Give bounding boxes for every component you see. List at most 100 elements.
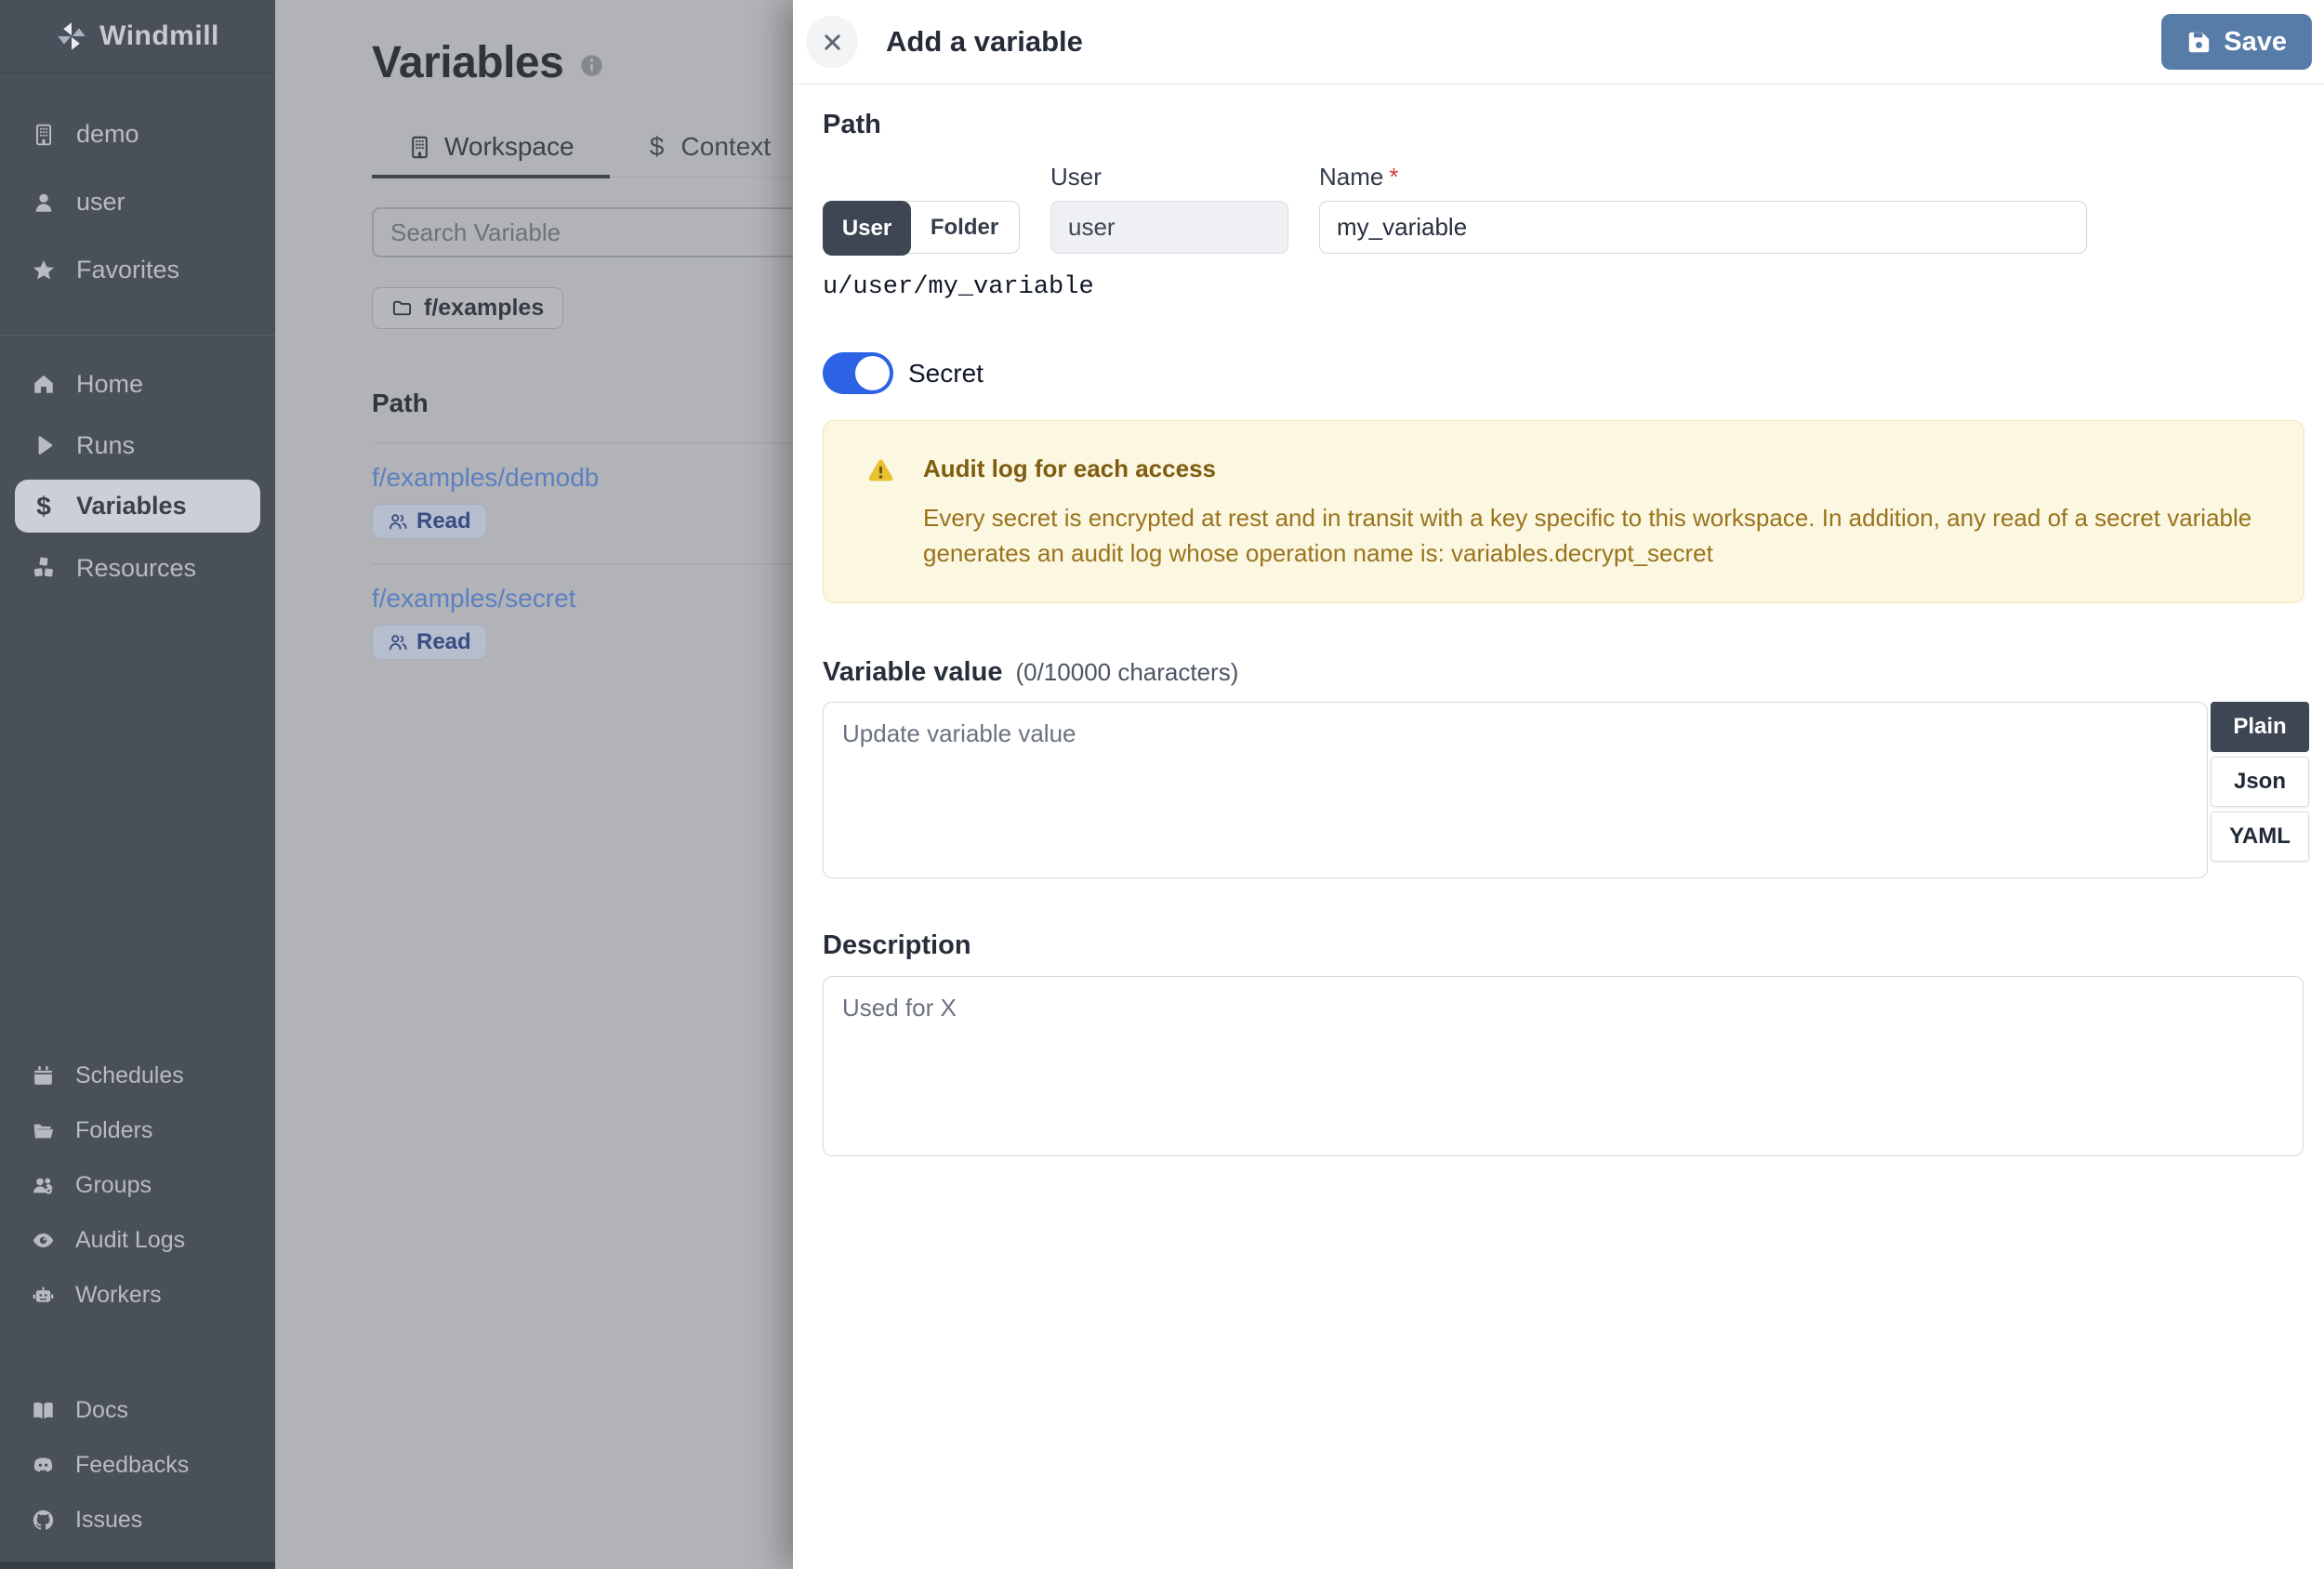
calendar-icon [32,1064,55,1088]
audit-warning-box: Audit log for each access Every secret i… [823,420,2304,603]
sidebar-item-issues[interactable]: Issues [0,1493,275,1548]
tab-workspace[interactable]: Workspace [372,132,610,178]
format-yaml-button[interactable]: YAML [2211,811,2309,862]
user-group-icon [32,1174,55,1197]
sidebar-footer-nav: Docs Feedbacks Issues [0,1383,275,1548]
sidebar-admin-nav: Schedules Folders Groups Audit Logs Work… [0,1048,275,1323]
sidebar-item-variables[interactable]: $ Variables [15,480,260,533]
dollar-icon: $ [36,491,51,521]
windmill-logo-icon [56,20,87,52]
workspace-name: demo [76,120,139,148]
owner-input[interactable] [1050,201,1288,254]
github-icon [32,1509,55,1532]
sidebar-item-workspace-demo[interactable]: demo [0,100,275,168]
segment-user[interactable]: User [823,201,911,256]
sidebar-item-runs[interactable]: Runs [0,415,275,476]
home-icon [32,372,56,396]
variable-path-link[interactable]: f/examples/demodb [372,463,599,493]
table-row: f/examples/secret Read [372,584,793,660]
dollar-icon: $ [649,132,665,161]
required-asterisk: * [1389,163,1399,191]
segment-folder[interactable]: Folder [910,202,1019,253]
path-column-header: Path [372,389,429,417]
path-section-heading: Path [823,110,881,139]
tab-label: Workspace [444,132,574,161]
nav-label: Issues [75,1507,143,1533]
read-permission-badge: Read [372,504,487,539]
favorites-label: Favorites [76,256,180,283]
sidebar-main-nav: Home Runs $ Variables Resources [0,353,275,599]
badge-label: Read [416,508,471,534]
warning-triangle-icon [866,456,895,485]
close-button[interactable] [806,16,858,68]
row-divider [372,442,793,443]
format-json-button[interactable]: Json [2211,757,2309,807]
path-controls-row: User Folder [823,201,2315,256]
nav-label: Docs [75,1397,128,1423]
sidebar-item-audit-logs[interactable]: Audit Logs [0,1213,275,1268]
field-labels-row: User Name * [823,163,2315,191]
sidebar-item-folders[interactable]: Folders [0,1103,275,1158]
nav-label: Schedules [75,1062,184,1088]
character-counter: (0/10000 characters) [1015,658,1239,686]
close-icon [820,30,845,55]
nav-label: Folders [75,1117,153,1143]
variable-value-textarea[interactable] [823,702,2208,878]
variable-path-link[interactable]: f/examples/secret [372,584,575,613]
full-path-preview: u/user/my_variable [823,273,1094,301]
sidebar-item-home[interactable]: Home [0,353,275,415]
book-icon [32,1399,55,1422]
sidebar-item-favorites[interactable]: Favorites [0,236,275,304]
sidebar-item-user[interactable]: user [0,168,275,236]
add-variable-drawer: Add a variable Save Path User Name * User… [793,0,2324,1569]
nav-label: Workers [75,1282,162,1308]
sidebar-item-groups[interactable]: Groups [0,1158,275,1213]
users-icon [388,632,408,653]
description-textarea[interactable] [823,976,2304,1156]
format-plain-button[interactable]: Plain [2211,702,2309,752]
cubes-icon [32,556,56,580]
secret-toggle[interactable] [823,352,893,394]
read-permission-badge: Read [372,625,487,660]
variable-name-input[interactable] [1319,201,2087,254]
sidebar-item-docs[interactable]: Docs [0,1383,275,1438]
folder-chip-label: f/examples [424,295,545,321]
users-icon [388,511,408,532]
drawer-body: Path User Name* User Folder u/user/my_va… [793,85,2324,1161]
sidebar: Windmill demo user Favorites Home Runs $… [0,0,275,1569]
warning-title: Audit log for each access [923,455,1216,482]
building-icon [32,123,56,147]
star-icon [32,258,56,283]
badge-label: Read [416,629,471,654]
robot-icon [32,1284,55,1307]
tab-label: Context [680,132,772,161]
sidebar-item-resources[interactable]: Resources [0,537,275,599]
building-icon [407,135,432,160]
sidebar-item-workers[interactable]: Workers [0,1268,275,1323]
sidebar-divider [0,335,275,336]
tab-contextual[interactable]: $ Context [610,132,793,177]
save-button[interactable]: Save [2161,14,2312,70]
sidebar-item-feedbacks[interactable]: Feedbacks [0,1438,275,1493]
folder-filter-chip[interactable]: f/examples [372,287,564,329]
sidebar-item-schedules[interactable]: Schedules [0,1048,275,1103]
info-icon[interactable] [579,53,604,78]
eye-icon [32,1229,55,1252]
value-row: Plain Json YAML [823,702,2315,878]
search-input[interactable] [372,207,793,257]
value-heading-row: Variable value (0/10000 characters) [823,657,2315,688]
table-row: f/examples/demodb Read [372,463,793,539]
value-section-heading: Variable value [823,657,1003,687]
nav-label: Resources [76,553,197,582]
save-icon [2186,30,2212,55]
folder-open-icon [32,1119,55,1142]
nav-label: Groups [75,1172,152,1198]
discord-icon [32,1454,55,1477]
owner-label: User [1050,163,1102,191]
format-selector: Plain Json YAML [2211,702,2309,862]
secret-label: Secret [908,358,984,388]
nav-label: Feedbacks [75,1452,190,1478]
nav-label: Audit Logs [75,1227,186,1253]
workspace-switcher[interactable]: Windmill [0,0,275,73]
page-title: Variables [372,38,564,87]
